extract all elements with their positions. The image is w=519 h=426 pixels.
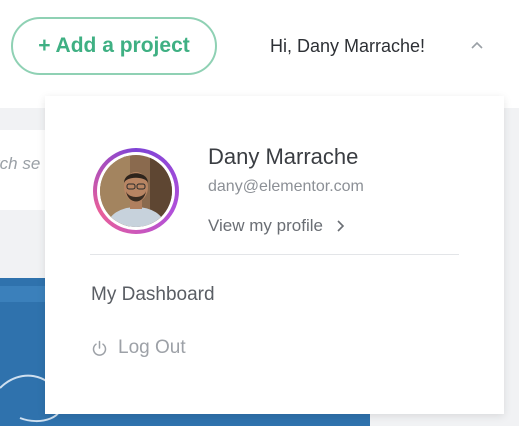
log-out-link[interactable]: Log Out — [91, 337, 186, 359]
user-dropdown-menu: Dany Marrache dany@elementor.com View my… — [45, 96, 504, 414]
user-email: dany@elementor.com — [208, 178, 364, 195]
menu-divider — [90, 254, 459, 255]
search-placeholder-fragment: rch se — [0, 154, 41, 173]
avatar[interactable] — [93, 148, 179, 234]
avatar-frame — [97, 152, 175, 230]
chevron-right-icon — [337, 220, 345, 232]
user-greeting[interactable]: Hi, Dany Marrache! — [270, 36, 425, 57]
log-out-label: Log Out — [118, 337, 186, 358]
chevron-up-icon[interactable] — [470, 40, 484, 50]
add-project-button[interactable]: + Add a project — [11, 17, 217, 75]
power-icon — [92, 340, 107, 356]
avatar-photo — [100, 155, 172, 227]
top-bar: + Add a project Hi, Dany Marrache! — [0, 0, 519, 108]
my-dashboard-link[interactable]: My Dashboard — [91, 284, 215, 306]
view-profile-link[interactable]: View my profile — [208, 216, 345, 236]
user-name: Dany Marrache — [208, 144, 359, 169]
view-profile-label: View my profile — [208, 216, 323, 235]
